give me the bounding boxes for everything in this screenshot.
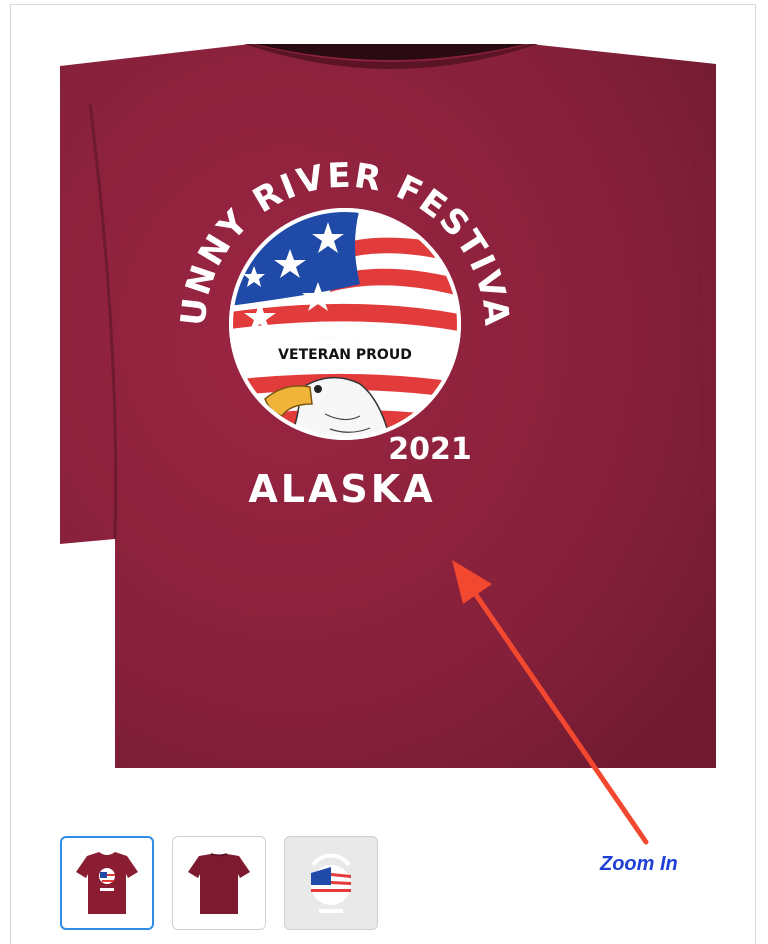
thumbnail-front[interactable] xyxy=(60,836,154,930)
thumbnail-design[interactable] xyxy=(284,836,378,930)
thumbnail-back[interactable] xyxy=(172,836,266,930)
design-banner-text: VETERAN PROUD xyxy=(278,347,412,363)
design-year: 2021 xyxy=(388,432,472,467)
shirt-front-icon xyxy=(76,852,138,914)
main-product-image[interactable]: FUNNY RIVER FESTIVAL VETERAN PROUD 2021 … xyxy=(60,44,716,768)
thumbnail-strip xyxy=(60,836,378,930)
design-artwork-icon xyxy=(311,853,351,913)
zoom-in-link[interactable]: Zoom In xyxy=(600,853,678,876)
design-location: ALASKA xyxy=(248,467,435,511)
shirt-back-icon xyxy=(188,853,250,914)
